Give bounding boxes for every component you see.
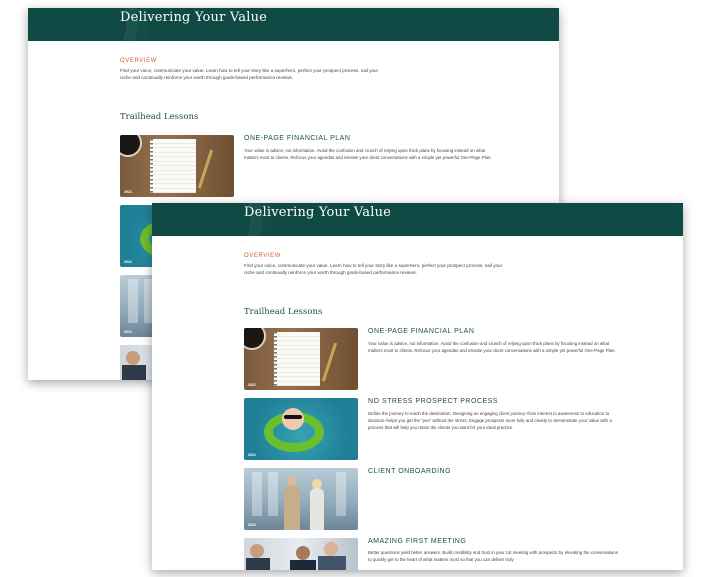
lesson-description: Define the journey to reach the destinat…: [368, 411, 612, 431]
page-header-banner: Delivering Your Value: [152, 203, 683, 236]
person-body-graphic: [284, 486, 300, 530]
thumbnail-year: 2021: [124, 190, 132, 194]
coffee-cup-graphic: [120, 135, 142, 157]
person-head-graphic: [250, 544, 264, 558]
page-title: Delivering Your Value: [244, 205, 392, 220]
swirl-decoration: [28, 8, 128, 41]
child-graphic: [282, 408, 304, 430]
swirl-decoration: [152, 203, 252, 236]
lesson-description: Better questions yield better answers. B…: [368, 550, 618, 563]
pencil-graphic: [197, 149, 214, 189]
lesson-thumbnail-desk[interactable]: 2021: [120, 135, 234, 197]
person-head-graphic: [126, 351, 140, 365]
window-graphic: [128, 279, 138, 323]
overview-label: OVERVIEW: [244, 253, 282, 259]
section-title: Trailhead Lessons: [120, 112, 199, 122]
sunglasses-graphic: [284, 415, 302, 419]
lesson-description: Your value is advice, not information. A…: [244, 148, 492, 161]
person-head-graphic: [296, 546, 310, 560]
lesson-title[interactable]: ONE-PAGE FINANCIAL PLAN: [368, 328, 474, 335]
foreground-page-card: Delivering Your Value OVERVIEW Find your…: [152, 203, 683, 570]
lesson-thumbnail-pool[interactable]: 2021: [244, 398, 358, 460]
person-body-graphic: [122, 365, 146, 380]
thumbnail-year: 2021: [248, 523, 256, 527]
window-graphic: [268, 472, 278, 516]
window-graphic: [336, 472, 346, 516]
page-title: Delivering Your Value: [120, 10, 268, 25]
lesson-thumbnail-meeting[interactable]: [244, 538, 358, 570]
person-body-graphic: [318, 556, 346, 570]
lesson-title[interactable]: NO STRESS PROSPECT PROCESS: [368, 398, 498, 405]
thumbnail-year: 2021: [248, 383, 256, 387]
thumbnail-year: 2021: [124, 260, 132, 264]
lesson-title[interactable]: ONE-PAGE FINANCIAL PLAN: [244, 135, 350, 142]
thumbnail-year: 2021: [124, 330, 132, 334]
section-title: Trailhead Lessons: [244, 307, 323, 317]
pencil-graphic: [321, 342, 338, 382]
coffee-cup-graphic: [244, 328, 266, 350]
person-body-graphic: [290, 560, 316, 570]
lesson-title[interactable]: CLIENT ONBOARDING: [368, 468, 451, 475]
lesson-thumbnail-desk[interactable]: 2021: [244, 328, 358, 390]
person-body-graphic: [246, 558, 270, 570]
thumbnail-year: 2021: [248, 453, 256, 457]
window-graphic: [252, 472, 262, 516]
person-body-graphic: [310, 488, 324, 530]
page-header-banner: Delivering Your Value: [28, 8, 559, 41]
notebook-graphic: [150, 139, 196, 193]
notebook-graphic: [274, 332, 320, 386]
lesson-title[interactable]: AMAZING FIRST MEETING: [368, 538, 466, 545]
person-head-graphic: [287, 476, 297, 486]
lesson-description: Your value is advice, not information. A…: [368, 341, 616, 354]
overview-text: Find your voice, communicate your value.…: [244, 263, 503, 276]
lesson-thumbnail-couple[interactable]: 2021: [244, 468, 358, 530]
notebook-rings: [150, 139, 153, 193]
overview-label: OVERVIEW: [120, 58, 158, 64]
notebook-rings: [274, 332, 277, 386]
overview-text: Find your voice, communicate your value.…: [120, 68, 379, 81]
person-head-graphic: [324, 542, 338, 556]
